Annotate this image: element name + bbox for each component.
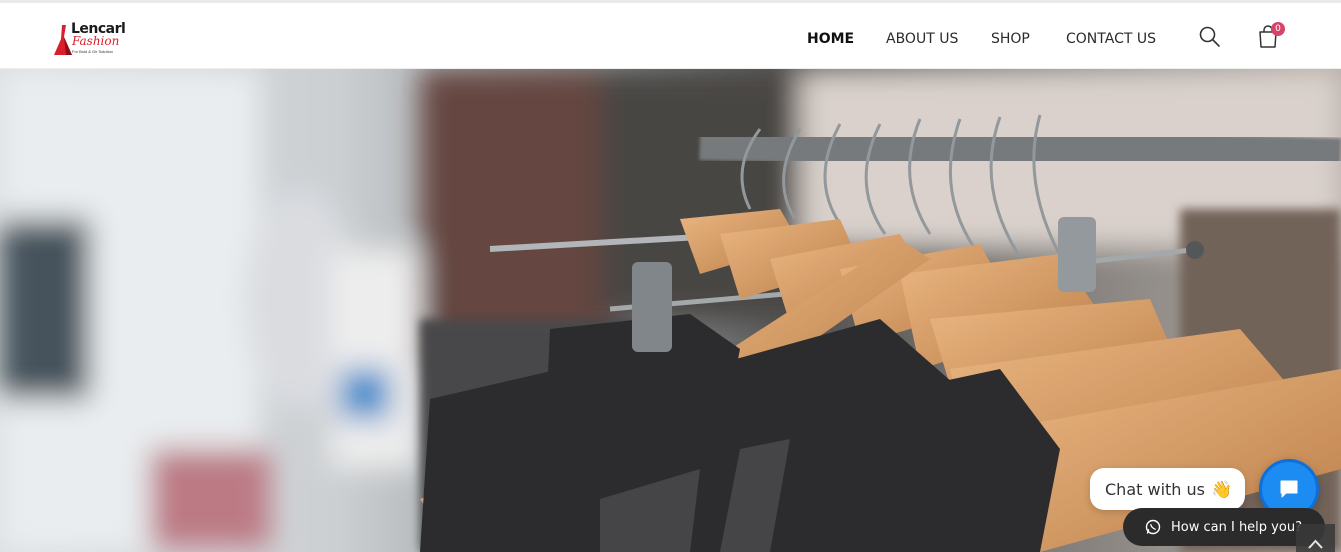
chat-invite-bubble[interactable]: Chat with us 👋 <box>1090 468 1245 510</box>
nav-item-shop[interactable]: SHOP <box>991 31 1030 47</box>
nav-item-about-us[interactable]: ABOUT US <box>886 31 958 47</box>
cart-count-badge: 0 <box>1271 22 1285 36</box>
chat-invite-text: Chat with us <box>1105 479 1205 499</box>
logo-text-secondary: Fashion <box>72 34 120 48</box>
nav-item-contact-us[interactable]: CONTACT US <box>1066 31 1156 47</box>
nav-item-home[interactable]: HOME <box>807 31 854 47</box>
whatsapp-help-button[interactable]: How can I help you? <box>1123 508 1325 546</box>
waving-hand-icon: 👋 <box>1210 479 1233 499</box>
chevron-up-icon <box>1308 539 1323 549</box>
logo-tagline: For Bold & Gir Solution <box>72 49 113 54</box>
whatsapp-icon <box>1145 519 1161 535</box>
help-prompt-text: How can I help you? <box>1171 519 1302 535</box>
site-logo[interactable]: Lencarl Fashion For Bold & Gir Solution <box>52 21 132 57</box>
cart-button[interactable]: 0 <box>1257 22 1285 51</box>
chat-icon <box>1280 480 1298 498</box>
site-header: Lencarl Fashion For Bold & Gir Solution … <box>0 3 1341 69</box>
scroll-to-top-button[interactable] <box>1296 524 1335 552</box>
search-icon <box>1199 26 1220 47</box>
search-button[interactable] <box>1198 25 1224 51</box>
